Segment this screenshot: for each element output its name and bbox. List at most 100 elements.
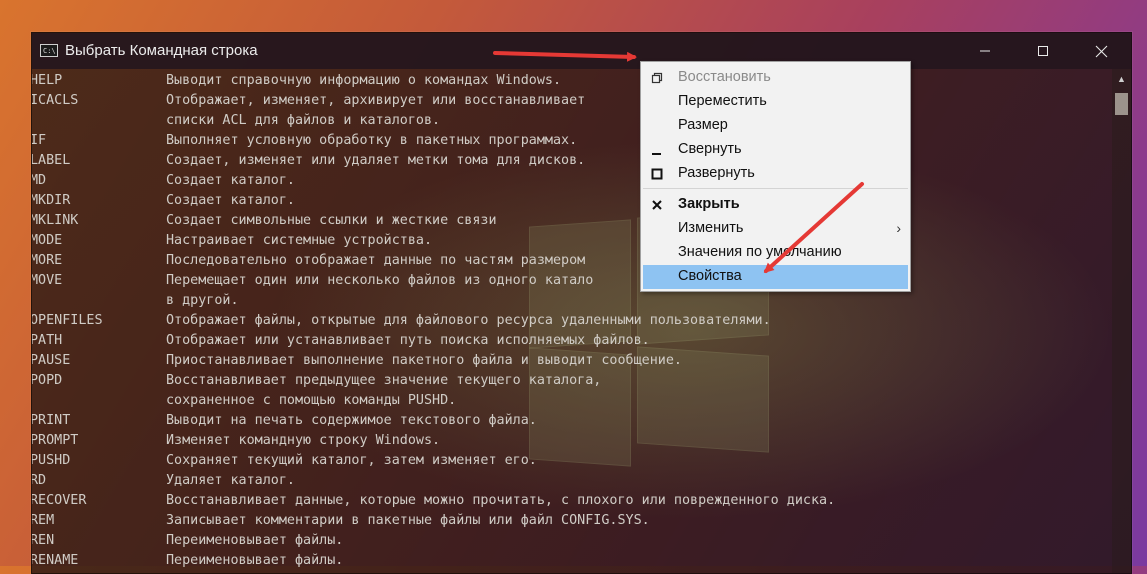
command-description: Создает символьные ссылки и жесткие связ… <box>166 213 497 228</box>
menu-item-label: Свойства <box>678 268 742 284</box>
command-description: Отображает или устанавливает путь поиска… <box>166 333 650 348</box>
command-name: MORE <box>31 253 63 268</box>
command-name: MOVE <box>31 273 63 288</box>
console-line: IF Выполняет условную обработку в пакетны… <box>32 131 1111 151</box>
scroll-up-arrow-icon[interactable]: ▲ <box>1112 69 1131 89</box>
command-name: REN <box>31 533 55 548</box>
maximize-button[interactable] <box>1014 33 1072 69</box>
command-name: PRINT <box>31 413 71 428</box>
command-name: RD <box>31 473 47 488</box>
menu-item-size[interactable]: Размер <box>641 114 910 138</box>
command-name: OPENFILES <box>31 313 103 328</box>
menu-item-move[interactable]: Переместить <box>641 90 910 114</box>
console-line: RD Удаляет каталог. <box>32 471 1111 491</box>
console-line: MORE Последовательно отображает данные по… <box>32 251 1111 271</box>
command-name: MODE <box>31 233 63 248</box>
menu-item-properties[interactable]: Свойства <box>643 265 908 289</box>
window-title: Выбрать Командная строка <box>65 42 258 59</box>
command-name: MKLINK <box>31 213 79 228</box>
menu-item-label: Значения по умолчанию <box>678 244 842 260</box>
command-name: PROMPT <box>31 433 79 448</box>
console-line: OPENFILES Отображает файлы, открытые для … <box>32 311 1111 331</box>
menu-item-edit[interactable]: Изменить › <box>641 217 910 241</box>
console-line: MD Создает каталог. <box>32 171 1111 191</box>
command-description: Выводит на печать содержимое текстового … <box>166 413 537 428</box>
minimize-button[interactable] <box>956 33 1014 69</box>
menu-item-maximize[interactable]: Развернуть <box>641 162 910 186</box>
menu-item-label: Переместить <box>678 93 767 109</box>
console-line: PROMPT Изменяет командную строку Windows. <box>32 431 1111 451</box>
menu-item-label: Восстановить <box>678 69 771 85</box>
command-name: MD <box>31 173 47 188</box>
console-line: REN Переименовывает файлы. <box>32 531 1111 551</box>
command-description: Отображает файлы, открытые для файлового… <box>166 313 771 328</box>
close-icon <box>1095 45 1107 57</box>
command-description: Создает, изменяет или удаляет метки тома… <box>166 153 586 168</box>
command-description: Отображает, изменяет, архивирует или вос… <box>166 93 586 108</box>
menu-item-minimize[interactable]: Свернуть <box>641 138 910 162</box>
restore-icon <box>649 70 665 86</box>
command-description: Записывает комментарии в пакетные файлы … <box>166 513 650 528</box>
command-name: LABEL <box>31 153 71 168</box>
vertical-scrollbar[interactable]: ▲ <box>1112 69 1131 573</box>
system-context-menu: Восстановить Переместить Размер Свернуть… <box>640 61 911 292</box>
command-name: RENAME <box>31 553 79 568</box>
command-description: Создает каталог. <box>166 173 295 188</box>
command-name: ICACLS <box>31 93 79 108</box>
close-icon <box>649 197 665 213</box>
command-description: в другой. <box>166 293 239 308</box>
menu-item-close[interactable]: Закрыть <box>641 193 910 217</box>
scroll-thumb[interactable] <box>1115 93 1128 115</box>
command-prompt-window: C:\ Выбрать Командная строка HELP Выводит… <box>31 32 1132 574</box>
console-line: HELP Выводит справочную информацию о кома… <box>32 71 1111 91</box>
menu-item-restore[interactable]: Восстановить <box>641 66 910 90</box>
command-name: IF <box>31 133 47 148</box>
chevron-right-icon: › <box>896 220 901 236</box>
command-description: Перемещает один или несколько файлов из … <box>166 273 594 288</box>
console-line: MODE Настраивает системные устройства. <box>32 231 1111 251</box>
command-name: RECOVER <box>31 493 87 508</box>
console-line: RECOVER Восстанавливает данные, которые м… <box>32 491 1111 511</box>
console-line: PUSHD Сохраняет текущий каталог, затем из… <box>32 451 1111 471</box>
console-line: RENAME Переименовывает файлы. <box>32 551 1111 571</box>
command-name: MKDIR <box>31 193 71 208</box>
command-name: HELP <box>31 73 63 88</box>
console-line: POPD Восстанавливает предыдущее значение … <box>32 371 1111 391</box>
close-button[interactable] <box>1072 33 1130 69</box>
console-line: REM Записывает комментарии в пакетные фай… <box>32 511 1111 531</box>
menu-item-label: Размер <box>678 117 728 133</box>
menu-item-label: Изменить <box>678 220 744 236</box>
command-description: Настраивает системные устройства. <box>166 233 433 248</box>
menu-item-defaults[interactable]: Значения по умолчанию <box>641 241 910 265</box>
command-name: PUSHD <box>31 453 71 468</box>
maximize-icon <box>1038 46 1048 56</box>
console-line: PATH Отображает или устанавливает путь по… <box>32 331 1111 351</box>
command-name: PATH <box>31 333 63 348</box>
command-description: Выполняет условную обработку в пакетных … <box>166 133 578 148</box>
minimize-icon <box>649 142 665 158</box>
command-name: POPD <box>31 373 63 388</box>
console-line: в другой. <box>32 291 1111 311</box>
command-description: Переименовывает файлы. <box>166 553 344 568</box>
command-description: Последовательно отображает данные по час… <box>166 253 586 268</box>
console-line: сохраненное с помощью команды PUSHD. <box>32 391 1111 411</box>
command-description: Приостанавливает выполнение пакетного фа… <box>166 353 682 368</box>
command-description: Создает каталог. <box>166 193 295 208</box>
console-line: PAUSE Приостанавливает выполнение пакетно… <box>32 351 1111 371</box>
menu-item-label: Закрыть <box>678 196 740 212</box>
command-name: REM <box>31 513 55 528</box>
console-line: ICACLS Отображает, изменяет, архивирует и… <box>32 91 1111 111</box>
console-icon[interactable]: C:\ <box>40 44 58 57</box>
title-bar[interactable]: C:\ Выбрать Командная строка <box>32 33 1131 69</box>
console-line: PRINT Выводит на печать содержимое тексто… <box>32 411 1111 431</box>
command-description: Удаляет каталог. <box>166 473 295 488</box>
console-line: MKDIR Создает каталог. <box>32 191 1111 211</box>
maximize-icon <box>649 166 665 182</box>
menu-item-label: Свернуть <box>678 141 742 157</box>
console-output[interactable]: HELP Выводит справочную информацию о кома… <box>32 71 1111 573</box>
console-line: LABEL Создает, изменяет или удаляет метки… <box>32 151 1111 171</box>
command-name: PAUSE <box>31 353 71 368</box>
command-description: Сохраняет текущий каталог, затем изменяе… <box>166 453 537 468</box>
command-description: списки ACL для файлов и каталогов. <box>166 113 441 128</box>
menu-separator <box>643 188 908 189</box>
